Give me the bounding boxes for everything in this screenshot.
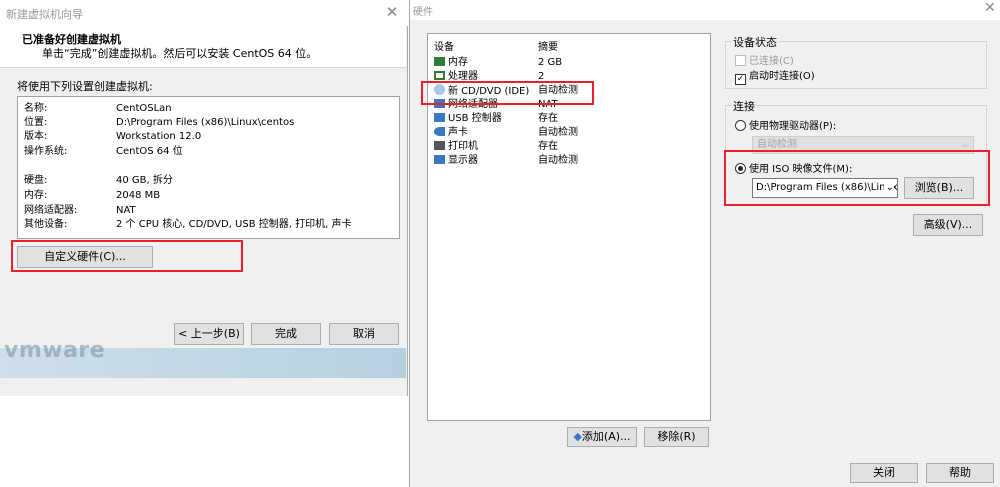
memory-icon — [434, 57, 445, 66]
device-name: 显示器 — [448, 155, 478, 166]
radio-selected-icon — [735, 163, 746, 174]
device-summary: 自动检测 — [538, 155, 578, 166]
device-row-usb[interactable]: USB 控制器 — [434, 112, 502, 126]
setting-label-version: 版本: — [24, 131, 48, 142]
device-status-label: 设备状态 — [731, 34, 779, 50]
chevron-down-icon: ⌄ — [883, 179, 894, 197]
setting-label-location: 位置: — [24, 117, 48, 128]
setting-value-os: CentOS 64 位 — [116, 146, 183, 157]
setting-label-memory: 内存: — [24, 190, 48, 201]
setting-value-name: CentOSLan — [116, 103, 172, 114]
back-button[interactable]: < 上一步(B) — [174, 323, 244, 345]
wizard-header: 已准备好创建虚拟机 单击“完成”创建虚拟机。然后可以安装 CentOS 64 位… — [0, 26, 406, 68]
device-name: 内存 — [448, 57, 468, 68]
finish-button[interactable]: 完成 — [251, 323, 321, 345]
cancel-button[interactable]: 取消 — [329, 323, 399, 345]
device-column-header: 设备 — [434, 42, 454, 53]
device-name: 声卡 — [448, 127, 468, 138]
setting-value-memory: 2048 MB — [116, 190, 161, 201]
iso-image-radio[interactable]: 使用 ISO 映像文件(M): — [735, 160, 852, 175]
connect-at-power-on-checkbox[interactable]: ✓ 启动时连接(O) — [735, 67, 815, 85]
setting-value-disk: 40 GB, 拆分 — [116, 175, 173, 186]
settings-caption: 将使用下列设置创建虚拟机: — [17, 80, 153, 93]
hardware-dialog: 硬件 ✕ 设备 摘要 内存 2 GB 处理器 2 新 CD/DVD (IDE) … — [409, 0, 1000, 487]
setting-value-location: D:\Program Files (x86)\Linux\centos — [116, 117, 295, 128]
device-row-display[interactable]: 显示器 — [434, 154, 478, 168]
device-name: USB 控制器 — [448, 113, 502, 124]
device-name: 打印机 — [448, 141, 478, 152]
summary-column-header: 摘要 — [538, 42, 558, 53]
device-summary: 存在 — [538, 141, 558, 152]
close-button[interactable]: 关闭 — [850, 463, 918, 483]
iso-path-combobox[interactable]: D:\Program Files (x86)\Linux ⌄ — [752, 178, 898, 198]
device-row-memory[interactable]: 内存 — [434, 56, 468, 70]
new-vm-wizard-window: vmware 新建虚拟机向导 ✕ 已准备好创建虚拟机 单击“完成”创建虚拟机。然… — [0, 0, 408, 396]
device-summary: 存在 — [538, 113, 558, 124]
usb-icon — [434, 113, 445, 122]
speaker-icon — [434, 127, 445, 136]
monitor-icon — [434, 155, 445, 164]
physical-drive-radio[interactable]: 使用物理驱动器(P): — [735, 117, 836, 132]
device-row-sound[interactable]: 声卡 — [434, 126, 468, 140]
close-icon[interactable]: ✕ — [383, 2, 401, 22]
radio-icon — [735, 120, 746, 131]
customize-hardware-button[interactable]: 自定义硬件(C)... — [17, 246, 153, 268]
setting-label-other: 其他设备: — [24, 219, 68, 230]
remove-device-button[interactable]: 移除(R) — [644, 427, 709, 447]
settings-summary-box: 名称: CentOSLan 位置: D:\Program Files (x86)… — [17, 96, 400, 239]
browse-button[interactable]: 浏览(B)... — [904, 177, 974, 199]
setting-value-other: 2 个 CPU 核心, CD/DVD, USB 控制器, 打印机, 声卡 — [116, 219, 352, 230]
device-summary: 自动检测 — [538, 127, 578, 138]
setting-value-network: NAT — [116, 205, 136, 216]
wizard-title: 新建虚拟机向导 — [6, 8, 83, 21]
wizard-titlebar: 新建虚拟机向导 ✕ — [0, 0, 408, 26]
setting-label-network: 网络适配器: — [24, 205, 78, 216]
checkmark-icon: ✓ — [735, 74, 746, 85]
shield-icon: ◆ — [573, 430, 582, 443]
advanced-button[interactable]: 高级(V)... — [913, 214, 983, 236]
checkbox-icon — [735, 55, 746, 66]
hardware-titlebar: 硬件 ✕ — [410, 0, 1000, 20]
cpu-icon — [434, 71, 445, 80]
help-button[interactable]: 帮助 — [926, 463, 994, 483]
cd-dvd-highlight-box — [421, 81, 594, 105]
connected-checkbox[interactable]: 已连接(C) — [735, 52, 794, 67]
device-summary: 2 GB — [538, 57, 563, 68]
setting-label-os: 操作系统: — [24, 146, 68, 157]
wizard-subheading: 单击“完成”创建虚拟机。然后可以安装 CentOS 64 位。 — [42, 47, 318, 60]
hardware-title: 硬件 — [413, 7, 433, 18]
close-icon[interactable]: ✕ — [984, 0, 996, 16]
setting-label-name: 名称: — [24, 103, 48, 114]
device-row-printer[interactable]: 打印机 — [434, 140, 478, 154]
connection-label: 连接 — [731, 98, 757, 114]
setting-label-disk: 硬盘: — [24, 175, 48, 186]
printer-icon — [434, 141, 445, 150]
vmware-logo: vmware — [4, 338, 106, 363]
setting-value-version: Workstation 12.0 — [116, 131, 202, 142]
add-device-button[interactable]: ◆添加(A)... — [567, 427, 637, 447]
